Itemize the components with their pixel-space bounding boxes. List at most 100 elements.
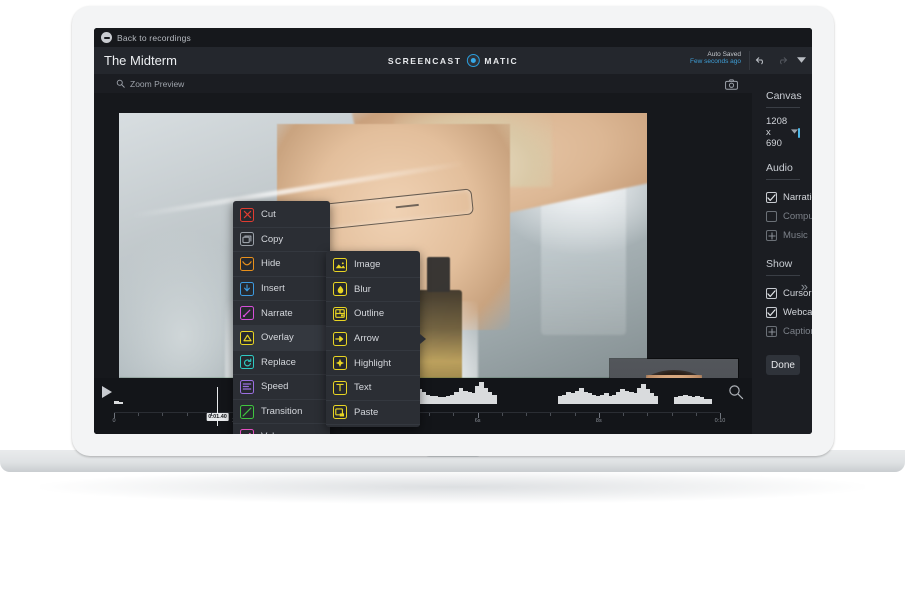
waveform-bar: [491, 394, 497, 404]
menu-item-label: Replace: [261, 356, 296, 368]
toggle-row-cursor[interactable]: Cursor: [766, 284, 812, 303]
ruler-tick: [550, 413, 552, 416]
context-submenu[interactable]: Image Blur Outline Arrow Highlight Text Paste: [326, 251, 426, 428]
title-bar: The Midterm SCREENCAST MATIC Auto Saved …: [94, 47, 812, 74]
ruler-tick: [138, 413, 140, 416]
undo-arrow-icon[interactable]: [755, 54, 767, 68]
waveform-bar: [653, 395, 659, 404]
add-track-icon[interactable]: [766, 230, 777, 241]
magnifier-icon: [116, 79, 125, 88]
chevron-down-icon[interactable]: [797, 56, 806, 65]
speed-icon: [240, 379, 254, 394]
show-section: Show Cursor Webcam Captions Done: [766, 258, 812, 375]
zoom-preview-button[interactable]: Zoom Preview: [116, 79, 184, 89]
waveform-bar: [707, 398, 713, 404]
menu-item-overlay[interactable]: Overlay: [233, 325, 330, 351]
toggle-row-captions[interactable]: Captions: [766, 322, 812, 341]
history-buttons: [755, 54, 806, 68]
submenu-item-label: Arrow: [354, 333, 379, 345]
add-track-icon[interactable]: [766, 326, 777, 337]
canvas-size-row[interactable]: 1208 x 690: [766, 116, 800, 149]
ruler-tick: [501, 413, 503, 416]
overlay-icon: [240, 330, 254, 345]
checkbox-webcam[interactable]: [766, 307, 777, 318]
laptop-shadow: [40, 470, 865, 504]
ruler-tick: [574, 413, 576, 416]
menu-item-label: Copy: [261, 233, 284, 245]
outline-icon: [333, 306, 347, 321]
toggle-label: Captions: [783, 326, 812, 337]
toggle-label: Narration: [783, 192, 812, 203]
autosave-label: Auto Saved: [707, 51, 741, 58]
menu-item-label: Cut: [261, 209, 276, 221]
canvas-size-dropdown[interactable]: 1208 x 690: [766, 116, 799, 149]
toggle-row-music[interactable]: Music: [766, 226, 808, 245]
record-dot-icon: [466, 54, 480, 67]
ruler-tick-label: 0:10: [714, 418, 726, 424]
menu-item-cut[interactable]: Cut: [233, 203, 330, 228]
canvas-color-swatch[interactable]: [798, 127, 800, 138]
submenu-item-highlight[interactable]: Highlight: [326, 351, 420, 376]
toggle-label: Music: [783, 230, 808, 241]
ruler-tick: [623, 413, 625, 416]
timeline[interactable]: 0:01.40 02s4s6s8s0:10: [94, 378, 752, 434]
autosave-time: Few seconds ago: [690, 58, 741, 66]
ruler-tick: [671, 413, 673, 416]
done-label: Done: [771, 359, 795, 371]
volume-icon: [240, 429, 254, 434]
toggle-row-computer[interactable]: Computer!: [766, 207, 812, 226]
chevron-double-right-icon[interactable]: »: [801, 280, 808, 293]
document-title[interactable]: The Midterm: [104, 53, 177, 68]
menu-item-transition[interactable]: Transition: [233, 400, 330, 425]
menu-item-volume[interactable]: Volume: [233, 424, 330, 434]
checkbox-computer[interactable]: [766, 211, 777, 222]
toggle-label: Computer: [783, 211, 812, 222]
menu-item-replace[interactable]: Replace: [233, 351, 330, 376]
playhead[interactable]: 0:01.40: [206, 387, 229, 426]
highlight-icon: [333, 356, 347, 371]
menu-item-label: Insert: [261, 283, 285, 295]
submenu-item-blur[interactable]: Blur: [326, 278, 420, 303]
ruler-tick: [210, 413, 212, 416]
back-to-recordings-link[interactable]: Back to recordings: [117, 33, 191, 43]
blur-icon: [333, 282, 347, 297]
submenu-item-outline[interactable]: Outline: [326, 302, 420, 327]
waveform-bar: [118, 402, 124, 404]
chevron-down-icon: [791, 129, 799, 136]
menu-item-hide[interactable]: Hide: [233, 252, 330, 277]
submenu-item-paste[interactable]: Paste: [326, 401, 420, 426]
checkbox-narration[interactable]: [766, 192, 777, 203]
submenu-item-arrow[interactable]: Arrow: [326, 327, 420, 352]
menu-item-speed[interactable]: Speed: [233, 375, 330, 400]
brand-right-text: MATIC: [484, 55, 519, 66]
toggle-row-webcam[interactable]: Webcam: [766, 303, 812, 322]
submenu-item-label: Image: [354, 259, 381, 271]
menu-item-copy[interactable]: Copy: [233, 228, 330, 253]
top-strip: Back to recordings: [94, 28, 812, 47]
redo-arrow-icon[interactable]: [776, 54, 788, 68]
menu-item-label: Hide: [261, 258, 281, 270]
ruler-tick-label: 0: [112, 418, 116, 424]
done-button[interactable]: Done: [766, 355, 800, 375]
context-menu[interactable]: Cut Copy Hide Insert Narrate Overlay Replace Sp…: [233, 201, 330, 434]
submenu-item-label: Text: [354, 382, 372, 394]
submenu-item-text[interactable]: Text: [326, 376, 420, 401]
image-icon: [333, 257, 347, 272]
checkbox-cursor[interactable]: [766, 288, 777, 299]
screencast-o-matic-editor: Back to recordings The Midterm SCREENCAS…: [94, 28, 812, 434]
menu-item-insert[interactable]: Insert: [233, 277, 330, 302]
back-circle-icon[interactable]: [101, 32, 112, 43]
paste-icon: [333, 405, 347, 420]
copy-icon: [240, 232, 254, 247]
magnifier-icon[interactable]: [728, 384, 744, 405]
submenu-item-image[interactable]: Image: [326, 253, 420, 278]
toggle-row-narration[interactable]: Narration!: [766, 188, 812, 207]
preview-stage: Cut Copy Hide Insert Narrate Overlay Replace Sp…: [94, 93, 752, 434]
laptop-frame: Back to recordings The Midterm SCREENCAS…: [72, 6, 834, 456]
ruler-tick: [695, 413, 697, 416]
zoom-preview-label: Zoom Preview: [130, 78, 185, 89]
ruler-tick: [186, 413, 188, 416]
play-icon[interactable]: [102, 386, 112, 398]
menu-item-narrate[interactable]: Narrate: [233, 301, 330, 326]
hide-icon: [240, 256, 254, 271]
